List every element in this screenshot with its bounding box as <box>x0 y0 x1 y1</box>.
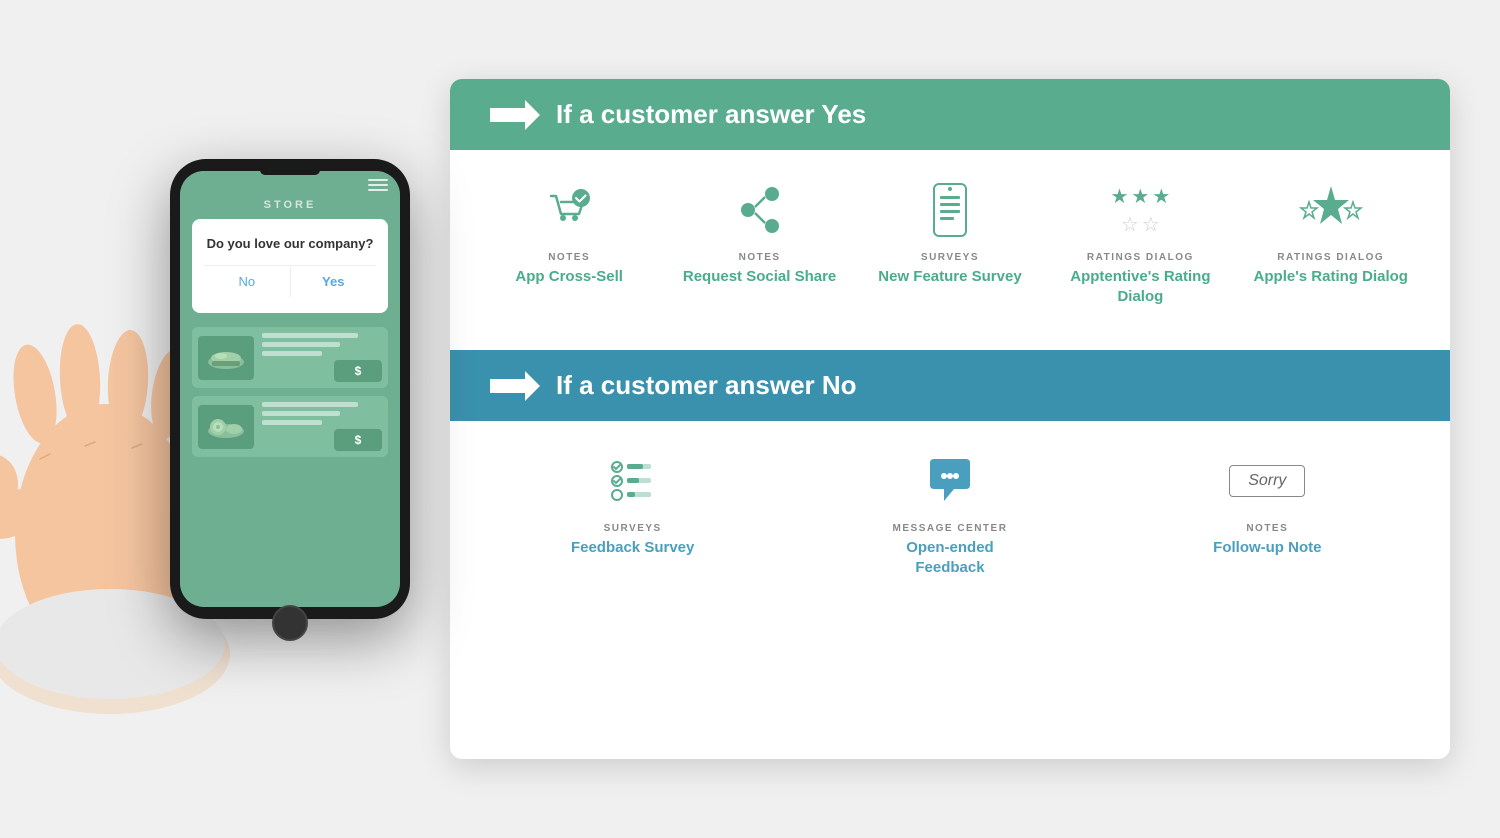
item-category-survey: SURVEYS <box>921 252 979 263</box>
item-category-follow-up: NOTES <box>1246 523 1288 534</box>
item-new-feature-survey: SURVEYS New Feature Survey <box>870 178 1030 287</box>
item-open-ended: MESSAGE CENTER Open-ended Feedback <box>870 449 1030 577</box>
phone-mockup: STORE Do you love our company? No Yes <box>170 159 410 619</box>
item-follow-up-note: Sorry NOTES Follow-up Note <box>1187 449 1347 558</box>
phone-screen: STORE Do you love our company? No Yes <box>180 171 400 607</box>
share-icon <box>728 178 792 242</box>
product-list: $ <box>180 319 400 465</box>
yes-arrow-icon <box>490 100 540 130</box>
item-name-social: Request Social Share <box>683 267 836 287</box>
no-section-title: If a customer answer No <box>556 370 857 401</box>
item-name-apple: Apple's Rating Dialog <box>1254 267 1408 287</box>
phone-section: STORE Do you love our company? No Yes <box>50 219 470 619</box>
no-items-row: SURVEYS Feedback Survey MESSAGE CENTER <box>450 421 1450 621</box>
item-app-cross-sell: NOTES App Cross-Sell <box>489 178 649 287</box>
item-category-apple: RATINGS DIALOG <box>1277 252 1384 263</box>
phone-home-button[interactable] <box>272 605 308 641</box>
item-category-apptentive: RATINGS DIALOG <box>1087 252 1194 263</box>
item-apptentive-rating: ★ ★ ★ ☆ ☆ RATINGS DIALOG Apptentive's Ra… <box>1060 178 1220 306</box>
buy-btn-2[interactable]: $ <box>334 429 382 451</box>
buy-btn-1[interactable]: $ <box>334 360 382 382</box>
item-social-share: NOTES Request Social Share <box>680 178 840 287</box>
right-panel: If a customer answer Yes <box>450 79 1450 759</box>
item-name-follow-up: Follow-up Note <box>1213 538 1321 558</box>
item-name-feedback: Feedback Survey <box>571 538 694 558</box>
product-item-2: $ <box>192 396 388 457</box>
product-thumb-2 <box>198 405 254 449</box>
dialog-question: Do you love our company? <box>204 235 376 253</box>
item-category-feedback: SURVEYS <box>604 523 662 534</box>
yes-button[interactable]: Yes <box>291 266 377 297</box>
stars-3-icon: ★ ★ ★ ☆ ☆ <box>1108 178 1172 242</box>
hamburger-icon <box>368 179 388 191</box>
store-label: STORE <box>180 195 400 219</box>
no-section-header: If a customer answer No <box>450 350 1450 421</box>
yes-section-title: If a customer answer Yes <box>556 99 866 130</box>
item-category-cross-sell: NOTES <box>548 252 590 263</box>
yes-items-row: NOTES App Cross-Sell NOTES Request Socia… <box>450 150 1450 350</box>
yes-section-header: If a customer answer Yes <box>450 79 1450 150</box>
product-item-1: $ <box>192 327 388 388</box>
item-category-social: NOTES <box>739 252 781 263</box>
item-feedback-survey: SURVEYS Feedback Survey <box>553 449 713 558</box>
product-thumb-1 <box>198 336 254 380</box>
item-name-open-ended: Open-ended Feedback <box>870 538 1030 577</box>
item-name-cross-sell: App Cross-Sell <box>515 267 623 287</box>
sorry-box: Sorry <box>1229 465 1305 497</box>
chat-icon <box>918 449 982 513</box>
stars-big-icon <box>1299 178 1363 242</box>
love-dialog: Do you love our company? No Yes <box>192 219 388 313</box>
sorry-icon: Sorry <box>1235 449 1299 513</box>
item-name-survey: New Feature Survey <box>878 267 1021 287</box>
no-button[interactable]: No <box>204 266 291 297</box>
cart-icon <box>537 178 601 242</box>
phone-list-icon <box>918 178 982 242</box>
item-category-message: MESSAGE CENTER <box>893 523 1008 534</box>
item-apple-rating: RATINGS DIALOG Apple's Rating Dialog <box>1251 178 1411 287</box>
dialog-buttons: No Yes <box>204 265 376 297</box>
item-name-apptentive: Apptentive's Rating Dialog <box>1060 267 1220 306</box>
no-arrow-icon <box>490 371 540 401</box>
main-container: STORE Do you love our company? No Yes <box>50 39 1450 799</box>
checklist-icon <box>601 449 665 513</box>
